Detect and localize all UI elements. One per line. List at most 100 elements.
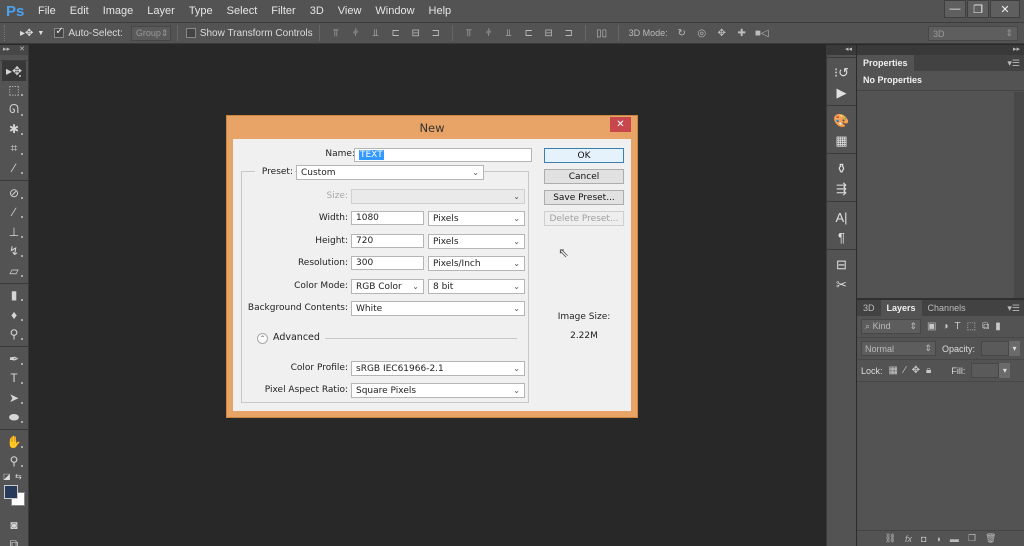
layer-style-icon[interactable]: fx (905, 534, 912, 544)
auto-select-checkbox[interactable]: Auto-Select: (54, 26, 123, 39)
menu-view[interactable]: View (332, 5, 370, 17)
background-contents-select[interactable]: White ⌄ (351, 301, 525, 316)
color-mode-select[interactable]: RGB Color ⌄ (351, 279, 424, 294)
restore-button[interactable]: ❐ (967, 0, 989, 18)
3d-roll-icon[interactable]: ◎ (696, 27, 708, 39)
lock-transparent-icon[interactable]: ▦ (889, 365, 898, 376)
auto-select-target-select[interactable]: Group ⇕ (130, 25, 171, 41)
hand-tool-icon[interactable]: ✋ (0, 432, 28, 452)
new-group-icon[interactable]: ▬ (950, 534, 959, 544)
properties-scrollbar[interactable] (1014, 92, 1024, 298)
blend-mode-select[interactable]: Normal ⇕ (861, 341, 936, 356)
menu-filter[interactable]: Filter (265, 5, 303, 17)
distribute-horizontal-center-icon[interactable]: ⊟ (543, 27, 555, 39)
actions-play-icon[interactable]: ▶ (827, 83, 856, 103)
tab-3d[interactable]: 3D (857, 300, 881, 316)
menu-file[interactable]: File (32, 5, 64, 17)
menu-edit[interactable]: Edit (64, 5, 97, 17)
preset-select[interactable]: Custom ⌄ (296, 165, 484, 180)
advanced-label[interactable]: Advanced (273, 332, 320, 343)
filter-toggle-icon[interactable]: ▮ (995, 321, 1001, 332)
close-window-button[interactable]: ✕ (990, 0, 1020, 18)
distribute-right-icon[interactable]: ⊐ (563, 27, 575, 39)
bit-depth-select[interactable]: 8 bit ⌄ (428, 279, 525, 294)
menu-window[interactable]: Window (369, 5, 422, 17)
tab-properties[interactable]: Properties (857, 55, 914, 71)
lock-all-icon[interactable]: 🔒︎ (926, 365, 931, 376)
height-unit-select[interactable]: Pixels ⌄ (428, 234, 525, 249)
filter-shape-icon[interactable]: ⬚ (967, 321, 976, 332)
healing-brush-tool-icon[interactable]: ⊘ (0, 183, 28, 203)
history-brush-tool-icon[interactable]: ↯ (0, 242, 28, 262)
clone-source-icon[interactable]: ⊟ (827, 255, 856, 275)
align-right-icon[interactable]: ⊐ (430, 27, 442, 39)
align-horizontal-center-icon[interactable]: ⊟ (410, 27, 422, 39)
menu-help[interactable]: Help (423, 5, 460, 17)
fill-dropdown-icon[interactable]: ▾ (999, 363, 1011, 378)
paragraph-icon[interactable]: ¶ (827, 227, 856, 247)
height-input[interactable]: 720 (351, 234, 424, 248)
filter-kind-select[interactable]: ⌕ Kind ⇕ (861, 319, 921, 334)
brush-tool-icon[interactable]: ∕ (0, 203, 28, 223)
tool-preset-picker[interactable]: ▸✥ ▼ (20, 28, 44, 39)
lasso-tool-icon[interactable]: ᘏ (0, 100, 28, 120)
color-profile-select[interactable]: sRGB IEC61966-2.1 ⌄ (351, 361, 525, 376)
advanced-toggle-icon[interactable]: ⌃ (257, 333, 268, 344)
link-layers-icon[interactable]: ⛓ (885, 533, 896, 544)
width-input[interactable]: 1080 (351, 211, 424, 225)
adjustment-layer-icon[interactable]: ◑ (935, 534, 940, 544)
brushes-icon[interactable]: ⚱ (827, 159, 856, 179)
collapse-dock-icon[interactable]: ◂◂ (827, 45, 856, 55)
type-tool-icon[interactable]: T (0, 369, 28, 389)
close-icon[interactable]: ✕ (19, 45, 25, 55)
3d-drag-icon[interactable]: ✥ (716, 27, 728, 39)
crop-tool-icon[interactable]: ⌗ (0, 139, 28, 159)
add-mask-icon[interactable]: ◘ (921, 534, 926, 544)
grid-icon[interactable]: ▦ (827, 131, 856, 151)
delete-layer-icon[interactable]: 🗑︎ (985, 533, 996, 544)
filter-type-icon[interactable]: T (955, 321, 961, 332)
expand-icon[interactable]: ▸▸ (3, 45, 10, 55)
options-bar-grip[interactable] (4, 25, 10, 41)
blur-tool-icon[interactable]: ♦ (0, 305, 28, 325)
dialog-close-button[interactable]: ✕ (610, 117, 631, 132)
filter-pixel-icon[interactable]: ▣ (927, 321, 936, 332)
menu-select[interactable]: Select (221, 5, 266, 17)
workspace-select[interactable]: 3D ⇕ (928, 26, 1018, 41)
new-layer-icon[interactable]: ❐ (968, 533, 976, 544)
lock-image-icon[interactable]: ∕ (904, 365, 906, 376)
tab-channels[interactable]: Channels (922, 300, 972, 316)
screen-mode-icon[interactable]: ⧉ (0, 535, 28, 546)
path-selection-tool-icon[interactable]: ➤ (0, 388, 28, 408)
resolution-input[interactable]: 300 (351, 256, 424, 270)
zoom-tool-icon[interactable]: ⚲ (0, 452, 28, 472)
distribute-vertical-center-icon[interactable]: ⫩ (483, 27, 495, 39)
3d-scale-icon[interactable]: ■◁ (755, 27, 769, 39)
ellipse-tool-icon[interactable]: ⬬ (0, 408, 28, 428)
fill-input[interactable] (971, 363, 1000, 378)
name-input[interactable]: TEXT (354, 148, 532, 162)
marquee-tool-icon[interactable]: ⬚ (0, 81, 28, 101)
dodge-tool-icon[interactable]: ⚲ (0, 325, 28, 345)
panel-menu-icon[interactable]: ▾☰ (1007, 58, 1020, 69)
align-top-icon[interactable]: ⫪ (330, 27, 342, 39)
panel-menu-icon[interactable]: ▾☰ (1007, 303, 1020, 314)
distribute-left-icon[interactable]: ⊏ (523, 27, 535, 39)
opacity-input[interactable] (981, 341, 1009, 356)
default-colors-icon[interactable]: ◪ (3, 472, 11, 481)
show-transform-checkbox[interactable]: Show Transform Controls (185, 28, 313, 39)
align-left-icon[interactable]: ⊏ (390, 27, 402, 39)
3d-rotate-icon[interactable]: ↻ (676, 27, 688, 39)
eyedropper-tool-icon[interactable]: ⁄ (0, 159, 28, 179)
filter-smart-object-icon[interactable]: ⧉ (982, 321, 989, 332)
menu-3d[interactable]: 3D (304, 5, 332, 17)
distribute-top-icon[interactable]: ⫪ (463, 27, 475, 39)
swap-colors-icon[interactable]: ⇆ (15, 472, 22, 481)
brush-presets-icon[interactable]: ⇶ (827, 179, 856, 199)
menu-image[interactable]: Image (97, 5, 142, 17)
align-bottom-icon[interactable]: ⫫ (370, 27, 382, 39)
menu-layer[interactable]: Layer (141, 5, 183, 17)
quick-mask-icon[interactable]: ◙ (0, 515, 28, 535)
tools-icon[interactable]: ✂ (827, 275, 856, 295)
distribute-bottom-icon[interactable]: ⫫ (503, 27, 515, 39)
